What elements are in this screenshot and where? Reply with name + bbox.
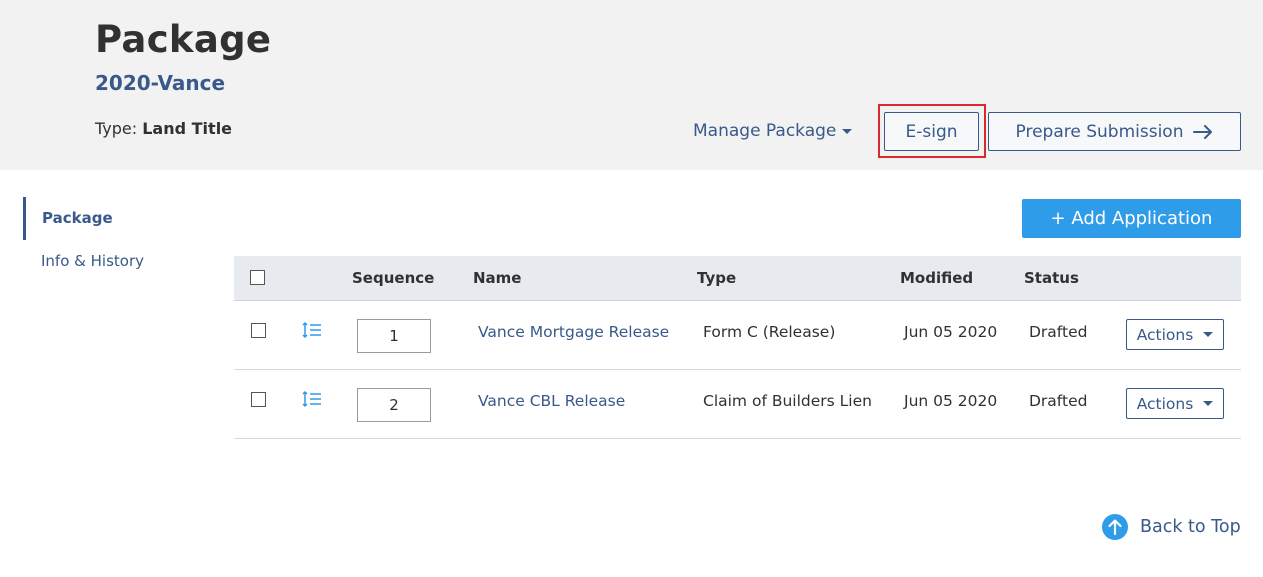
actions-label: Actions: [1136, 394, 1194, 413]
table-header: Sequence Name Type Modified Status: [234, 256, 1241, 301]
arrow-up-circle-icon: [1102, 514, 1128, 540]
application-name-link[interactable]: Vance Mortgage Release: [478, 323, 669, 341]
application-type: Claim of Builders Lien: [703, 392, 872, 410]
back-to-top-link[interactable]: Back to Top: [1102, 514, 1241, 540]
application-modified: Jun 05 2020: [904, 392, 998, 410]
column-header-modified: Modified: [900, 269, 974, 287]
sequence-input[interactable]: 2: [357, 388, 431, 422]
actions-label: Actions: [1136, 325, 1194, 344]
back-to-top-label: Back to Top: [1140, 517, 1241, 537]
actions-dropdown-button[interactable]: Actions: [1126, 388, 1224, 419]
application-status: Drafted: [1029, 323, 1088, 341]
prepare-submission-button[interactable]: Prepare Submission: [988, 112, 1241, 151]
add-application-button[interactable]: + Add Application: [1022, 199, 1241, 238]
reorder-icon[interactable]: [302, 322, 322, 338]
application-name-link[interactable]: Vance CBL Release: [478, 392, 625, 410]
row-checkbox[interactable]: [251, 392, 266, 407]
sidenav-item-info-history[interactable]: Info & History: [23, 252, 203, 270]
column-header-status: Status: [1024, 269, 1079, 287]
caret-down-icon: [1203, 401, 1214, 406]
applications-table: Sequence Name Type Modified Status 1 Van…: [234, 256, 1241, 439]
column-header-sequence: Sequence: [352, 269, 435, 287]
manage-package-label: Manage Package: [693, 121, 837, 141]
table-row: 2 Vance CBL Release Claim of Builders Li…: [234, 370, 1241, 439]
esign-button[interactable]: E-sign: [884, 112, 979, 151]
prepare-submission-label: Prepare Submission: [1015, 121, 1184, 142]
type-label: Type:: [95, 119, 138, 138]
caret-down-icon: [1203, 332, 1214, 337]
application-modified: Jun 05 2020: [904, 323, 998, 341]
row-checkbox[interactable]: [251, 323, 266, 338]
arrow-right-icon: [1193, 124, 1213, 139]
application-status: Drafted: [1029, 392, 1088, 410]
column-header-type: Type: [697, 269, 737, 287]
table-row: 1 Vance Mortgage Release Form C (Release…: [234, 301, 1241, 370]
select-all-checkbox[interactable]: [250, 270, 265, 285]
package-type: Type: Land Title: [95, 119, 232, 138]
package-name: 2020-Vance: [95, 71, 226, 95]
manage-package-dropdown[interactable]: Manage Package: [693, 121, 853, 141]
esign-label: E-sign: [905, 121, 958, 142]
caret-down-icon: [842, 128, 853, 134]
add-application-label: + Add Application: [1050, 208, 1213, 229]
sidenav-item-package[interactable]: Package: [23, 197, 203, 240]
column-header-name: Name: [473, 269, 522, 287]
application-type: Form C (Release): [703, 323, 836, 341]
sequence-input[interactable]: 1: [357, 319, 431, 353]
actions-dropdown-button[interactable]: Actions: [1126, 319, 1224, 350]
page-header: Package 2020-Vance Type: Land Title Mana…: [0, 0, 1263, 170]
page-title: Package: [95, 18, 272, 61]
type-value: Land Title: [142, 119, 233, 138]
reorder-icon[interactable]: [302, 391, 322, 407]
